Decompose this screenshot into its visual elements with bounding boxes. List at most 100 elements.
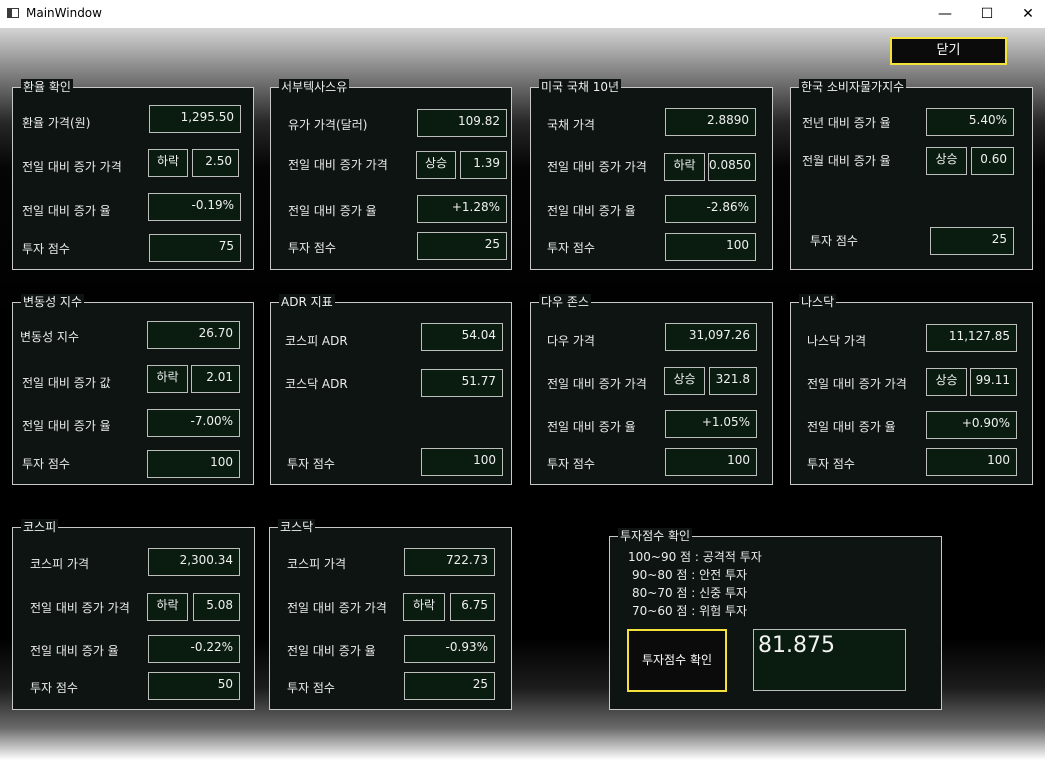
exchange-rate-panel: 환율 확인 환율 가격(원) 1,295.50 전일 대비 증가 가격 하락 2… <box>12 79 254 270</box>
exchange-score-field[interactable]: 75 <box>149 234 241 262</box>
treasury-direction-field[interactable]: 하락 <box>664 153 705 181</box>
dow-price-label: 다우 가격 <box>547 334 595 348</box>
kospi-score-label: 투자 점수 <box>30 681 78 695</box>
kosdaq-score-label: 투자 점수 <box>287 681 335 695</box>
volatility-index-field[interactable]: 26.70 <box>147 321 240 349</box>
exchange-pct-label: 전일 대비 증가 율 <box>22 204 111 218</box>
kosdaq-score-field[interactable]: 25 <box>404 672 495 700</box>
volatility-panel: 변동성 지수 변동성 지수 26.70 전일 대비 증가 값 하락 2.01 전… <box>12 294 254 485</box>
wti-score-label: 투자 점수 <box>288 241 336 255</box>
wti-pct-field[interactable]: +1.28% <box>417 195 507 223</box>
adr-panel: ADR 지표 코스피 ADR 54.04 코스닥 ADR 51.77 투자 점수… <box>270 294 512 485</box>
kospi-score-field[interactable]: 50 <box>148 672 240 700</box>
kosdaq-price-label: 코스피 가격 <box>287 557 347 571</box>
treasury-score-label: 투자 점수 <box>547 241 595 255</box>
adr-score-label: 투자 점수 <box>287 457 335 471</box>
kospi-price-label: 코스피 가격 <box>30 557 90 571</box>
dow-change-field[interactable]: 321.8 <box>709 367 757 395</box>
legend-line: 70~60 점 : 위험 투자 <box>632 604 748 618</box>
volatility-score-field[interactable]: 100 <box>147 450 240 478</box>
panel-title: 변동성 지수 <box>21 294 85 310</box>
score-result-display: 81.875 <box>753 629 906 691</box>
cpi-score-field[interactable]: 25 <box>930 227 1014 255</box>
volatility-pct-field[interactable]: -7.00% <box>147 409 240 437</box>
wti-direction-field[interactable]: 상승 <box>416 151 456 179</box>
exchange-rate-field[interactable]: 1,295.50 <box>149 105 241 133</box>
exchange-direction-field[interactable]: 하락 <box>148 149 188 177</box>
kospi-direction-field[interactable]: 하락 <box>147 593 188 621</box>
panel-title: 서부텍사스유 <box>279 79 350 95</box>
main-window-client: 닫기 환율 확인 환율 가격(원) 1,295.50 전일 대비 증가 가격 하… <box>0 28 1045 760</box>
nasdaq-pct-field[interactable]: +0.90% <box>926 411 1017 439</box>
volatility-score-label: 투자 점수 <box>22 457 70 471</box>
treasury-price-field[interactable]: 2.8890 <box>665 108 756 136</box>
dow-score-label: 투자 점수 <box>547 457 595 471</box>
treasury-pct-field[interactable]: -2.86% <box>665 195 756 223</box>
volatility-change-field[interactable]: 2.01 <box>191 365 240 393</box>
window-title: MainWindow <box>26 6 102 20</box>
kosdaq-change-label: 전일 대비 증가 가격 <box>287 601 387 615</box>
kosdaq-direction-field[interactable]: 하락 <box>403 593 445 621</box>
exchange-pct-field[interactable]: -0.19% <box>148 193 241 221</box>
adr-kosdaq-field[interactable]: 51.77 <box>421 369 503 397</box>
treasury-panel: 미국 국채 10년 국채 가격 2.8890 전일 대비 증가 가격 하락 0.… <box>530 79 773 270</box>
kosdaq-change-field[interactable]: 6.75 <box>450 593 495 621</box>
adr-kospi-label: 코스피 ADR <box>285 334 348 348</box>
nasdaq-score-label: 투자 점수 <box>807 457 855 471</box>
dow-price-field[interactable]: 31,097.26 <box>665 323 757 351</box>
treasury-score-field[interactable]: 100 <box>665 233 756 261</box>
minimize-button[interactable]: — <box>922 0 968 28</box>
wti-price-field[interactable]: 109.82 <box>417 109 507 137</box>
nasdaq-score-field[interactable]: 100 <box>926 448 1017 476</box>
kospi-pct-label: 전일 대비 증가 율 <box>30 644 119 658</box>
title-bar: MainWindow — ☐ ✕ <box>0 0 1045 28</box>
close-window-button[interactable]: ✕ <box>1005 0 1045 28</box>
adr-kospi-field[interactable]: 54.04 <box>421 323 503 351</box>
cpi-yoy-field[interactable]: 5.40% <box>926 108 1014 136</box>
wti-price-label: 유가 가격(달러) <box>288 118 368 132</box>
kosdaq-pct-field[interactable]: -0.93% <box>404 635 495 663</box>
wti-change-field[interactable]: 1.39 <box>460 151 507 179</box>
panel-title: 한국 소비자물가지수 <box>799 79 907 95</box>
kospi-price-field[interactable]: 2,300.34 <box>148 548 240 576</box>
dow-pct-label: 전일 대비 증가 율 <box>547 420 636 434</box>
volatility-pct-label: 전일 대비 증가 율 <box>22 419 111 433</box>
wti-panel: 서부텍사스유 유가 가격(달러) 109.82 전일 대비 증가 가격 상승 1… <box>270 79 512 270</box>
close-app-button[interactable]: 닫기 <box>890 37 1007 65</box>
kosdaq-pct-label: 전일 대비 증가 율 <box>287 644 376 658</box>
cpi-direction-field[interactable]: 상승 <box>926 147 967 175</box>
nasdaq-direction-field[interactable]: 상승 <box>926 368 967 396</box>
legend-line: 90~80 점 : 안전 투자 <box>632 568 748 582</box>
exchange-score-label: 투자 점수 <box>22 242 70 256</box>
nasdaq-change-field[interactable]: 99.11 <box>970 368 1017 396</box>
adr-score-field[interactable]: 100 <box>421 448 503 476</box>
exchange-change-label: 전일 대비 증가 가격 <box>22 160 122 174</box>
kospi-change-field[interactable]: 5.08 <box>193 593 240 621</box>
app-window-icon <box>7 8 19 18</box>
wti-score-field[interactable]: 25 <box>417 232 507 260</box>
panel-title: ADR 지표 <box>279 294 335 310</box>
cpi-mom-field[interactable]: 0.60 <box>971 147 1014 175</box>
exchange-change-field[interactable]: 2.50 <box>192 149 239 177</box>
maximize-button[interactable]: ☐ <box>964 0 1010 28</box>
check-score-button[interactable]: 투자점수 확인 <box>627 629 727 692</box>
panel-title: 투자점수 확인 <box>618 528 693 544</box>
nasdaq-change-label: 전일 대비 증가 가격 <box>807 377 907 391</box>
wti-change-label: 전일 대비 증가 가격 <box>288 158 388 172</box>
legend-line: 100~90 점 : 공격적 투자 <box>628 550 762 564</box>
nasdaq-panel: 나스닥 나스닥 가격 11,127.85 전일 대비 증가 가격 상승 99.1… <box>790 294 1033 485</box>
legend-line: 80~70 점 : 신중 투자 <box>632 586 748 600</box>
dow-change-label: 전일 대비 증가 가격 <box>547 377 647 391</box>
treasury-change-field[interactable]: 0.0850 <box>708 153 756 181</box>
volatility-change-label: 전일 대비 증가 값 <box>22 376 111 390</box>
dow-direction-field[interactable]: 상승 <box>664 367 705 395</box>
kosdaq-price-field[interactable]: 722.73 <box>404 548 495 576</box>
exchange-rate-label: 환율 가격(원) <box>22 116 91 130</box>
volatility-index-label: 변동성 지수 <box>20 330 80 344</box>
nasdaq-price-field[interactable]: 11,127.85 <box>926 324 1017 352</box>
volatility-direction-field[interactable]: 하락 <box>147 365 188 393</box>
cpi-mom-label: 전월 대비 증가 율 <box>802 154 891 168</box>
dow-score-field[interactable]: 100 <box>665 448 757 476</box>
dow-pct-field[interactable]: +1.05% <box>665 410 757 438</box>
kospi-pct-field[interactable]: -0.22% <box>148 635 240 663</box>
